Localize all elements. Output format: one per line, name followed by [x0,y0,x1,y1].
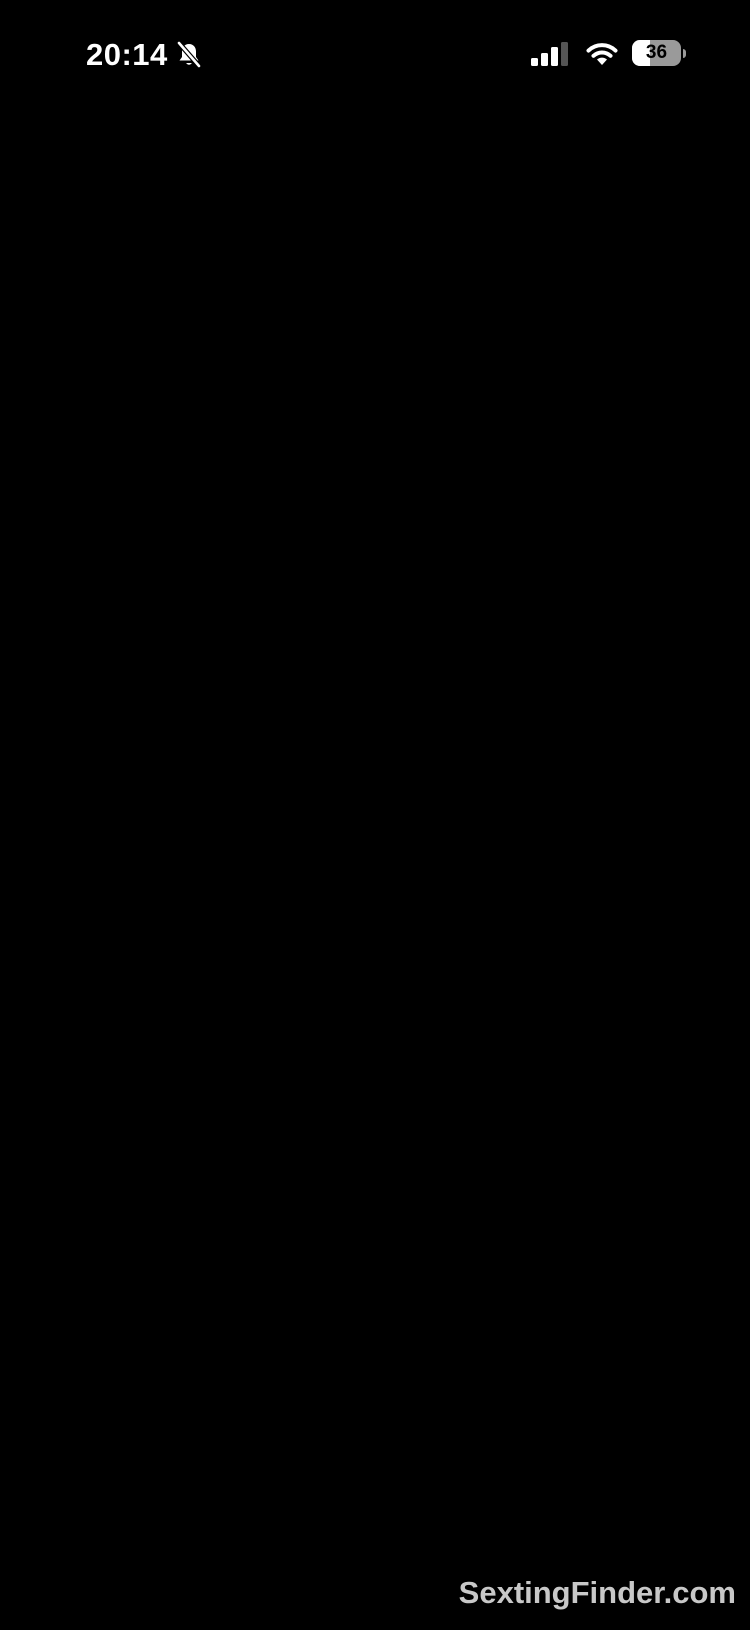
status-right: 36 [530,40,688,68]
battery-body: 36 [632,40,681,66]
battery-icon: 36 [632,40,688,68]
cellular-signal-icon [531,42,568,66]
battery-level: 36 [645,42,668,63]
wifi-icon [586,43,618,65]
bell-slash-icon [176,41,202,69]
status-left: 20:14 [86,36,202,74]
battery-cap [683,49,686,58]
status-time: 20:14 [86,37,168,72]
screen-content [0,110,750,1630]
status-bar: 20:14 36 [0,0,750,110]
watermark: SextingFinder.com [458,1575,736,1610]
